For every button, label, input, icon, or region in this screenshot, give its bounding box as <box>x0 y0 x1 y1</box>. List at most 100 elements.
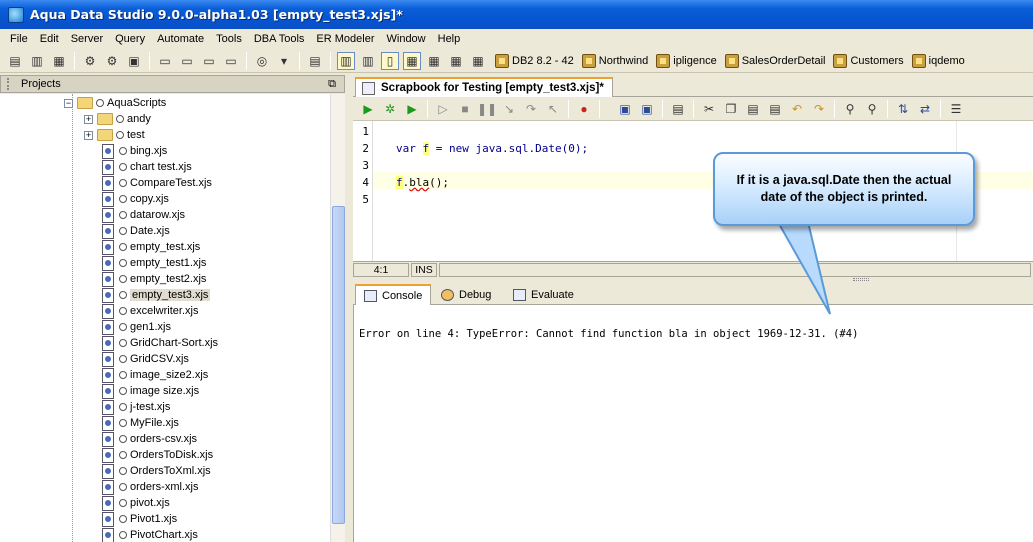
tree-file[interactable]: CompareTest.xjs <box>100 175 212 191</box>
expand-icon[interactable]: + <box>84 130 93 140</box>
tree-file[interactable]: GridCSV.xjs <box>100 351 189 367</box>
tree-file-selected[interactable]: empty_test3.xjs <box>100 287 211 303</box>
pause-icon[interactable]: ❚❚ <box>477 100 497 118</box>
disconnect-icon[interactable]: ⚙ <box>103 52 121 70</box>
breakpoint-icon[interactable]: ● <box>575 100 593 118</box>
find-replace-icon[interactable]: ⚲ <box>863 100 881 118</box>
menu-help[interactable]: Help <box>432 33 467 45</box>
tree-file[interactable]: OrdersToDisk.xjs <box>100 447 213 463</box>
tree-file[interactable]: datarow.xjs <box>100 207 185 223</box>
step-out-icon[interactable]: ↖ <box>544 100 562 118</box>
vertical-splitter[interactable] <box>345 75 353 542</box>
tree-file[interactable]: GridChart-Sort.xjs <box>100 335 218 351</box>
query-window-icon[interactable]: ▭ <box>156 52 174 70</box>
run-icon[interactable]: ▶ <box>359 100 377 118</box>
tab-scrapbook[interactable]: Scrapbook for Testing [empty_test3.xjs]* <box>355 77 613 97</box>
tree-folder[interactable]: + test <box>84 127 145 143</box>
paste-special-icon[interactable]: ▤ <box>766 100 784 118</box>
menu-query[interactable]: Query <box>109 33 151 45</box>
print-icon[interactable]: ▤ <box>306 52 324 70</box>
menu-automate[interactable]: Automate <box>151 33 210 45</box>
menu-window[interactable]: Window <box>381 33 432 45</box>
format-icon[interactable]: ⇄ <box>916 100 934 118</box>
cut-icon[interactable]: ✂ <box>700 100 718 118</box>
tree-file[interactable]: excelwriter.xjs <box>100 303 198 319</box>
tree-file[interactable]: PivotChart.xjs <box>100 527 198 542</box>
tab-evaluate[interactable]: Evaluate <box>505 284 582 305</box>
resume-icon[interactable]: ▷ <box>434 100 452 118</box>
connection-iqdemo[interactable]: iqdemo <box>911 53 965 68</box>
tree-scrollbar-thumb[interactable] <box>332 206 345 524</box>
debug-run-icon[interactable]: ✲ <box>381 100 399 118</box>
undo-icon[interactable]: ↶ <box>788 100 806 118</box>
layout-6-icon[interactable]: ▦ <box>447 52 465 70</box>
tree-file[interactable]: pivot.xjs <box>100 495 170 511</box>
save-icon[interactable]: ▣ <box>616 100 634 118</box>
layout-4-icon[interactable]: ▦ <box>403 51 421 70</box>
copy-icon[interactable]: ❐ <box>722 100 740 118</box>
layout-5-icon[interactable]: ▦ <box>425 52 443 70</box>
menu-edit[interactable]: Edit <box>34 33 65 45</box>
tree-file[interactable]: image_size2.xjs <box>100 367 208 383</box>
register-server-icon[interactable]: ▥ <box>28 52 46 70</box>
splitter-grip-icon[interactable] <box>853 278 869 281</box>
step-into-icon[interactable]: ↘ <box>500 100 518 118</box>
step-over-icon[interactable]: ↷ <box>522 100 540 118</box>
menu-dba-tools[interactable]: DBA Tools <box>248 33 311 45</box>
layout-1-icon[interactable]: ▥ <box>337 51 355 70</box>
menu-file[interactable]: File <box>4 33 34 45</box>
console-output[interactable]: Error on line 4: TypeError: Cannot find … <box>353 305 1033 542</box>
new-server-icon[interactable]: ▤ <box>6 52 24 70</box>
print-icon[interactable]: ▤ <box>669 100 687 118</box>
tree-root[interactable]: − AquaScripts <box>64 95 166 111</box>
menu-tools[interactable]: Tools <box>210 33 248 45</box>
server-properties-icon[interactable]: ▦ <box>50 52 68 70</box>
tab-console[interactable]: Console <box>355 284 432 305</box>
refresh-icon[interactable]: ▣ <box>125 52 143 70</box>
save-as-icon[interactable]: ▣ <box>638 100 656 118</box>
layout-3-icon[interactable]: ▯ <box>381 51 399 70</box>
options-icon[interactable]: ☰ <box>947 100 965 118</box>
collapse-icon[interactable]: − <box>64 98 73 108</box>
tree-file[interactable]: empty_test2.xjs <box>100 271 206 287</box>
menu-er-modeler[interactable]: ER Modeler <box>310 33 380 45</box>
drag-grip-icon[interactable] <box>7 78 13 90</box>
schema-icon[interactable]: ▭ <box>222 52 240 70</box>
tree-file[interactable]: MyFile.xjs <box>100 415 179 431</box>
tree-file[interactable]: Date.xjs <box>100 223 170 239</box>
query-analyzer-icon[interactable]: ▭ <box>178 52 196 70</box>
tree-file[interactable]: image size.xjs <box>100 383 199 399</box>
tools-dropdown-icon[interactable]: ▾ <box>275 52 293 70</box>
redo-icon[interactable]: ↷ <box>810 100 828 118</box>
table-data-icon[interactable]: ▭ <box>200 52 218 70</box>
stop-icon[interactable]: ■ <box>456 100 474 118</box>
paste-icon[interactable]: ▤ <box>744 100 762 118</box>
tree-file[interactable]: bing.xjs <box>100 143 167 159</box>
tree-file[interactable]: j-test.xjs <box>100 399 170 415</box>
sort-icon[interactable]: ⇅ <box>894 100 912 118</box>
find-icon[interactable]: ⚲ <box>841 100 859 118</box>
tree-file[interactable]: empty_test1.xjs <box>100 255 206 271</box>
tree-file[interactable]: chart test.xjs <box>100 159 192 175</box>
tab-debug[interactable]: Debug <box>433 284 499 305</box>
connection-ipligence[interactable]: ipligence <box>656 53 717 68</box>
tree-file[interactable]: orders-csv.xjs <box>100 431 197 447</box>
connection-db2[interactable]: DB2 8.2 - 42 <box>495 53 574 68</box>
connection-salesorderdetail[interactable]: SalesOrderDetail <box>724 53 825 68</box>
tree-file[interactable]: orders-xml.xjs <box>100 479 198 495</box>
layout-2-icon[interactable]: ▥ <box>359 52 377 70</box>
layout-7-icon[interactable]: ▦ <box>469 52 487 70</box>
restore-icon[interactable]: ⧉ <box>328 78 336 91</box>
connection-northwind[interactable]: Northwind <box>581 53 648 68</box>
expand-icon[interactable]: + <box>84 114 93 124</box>
tree-scrollbar[interactable] <box>330 94 345 542</box>
connection-customers[interactable]: Customers <box>833 53 904 68</box>
tree-file[interactable]: copy.xjs <box>100 191 169 207</box>
tree-folder[interactable]: + andy <box>84 111 151 127</box>
tree-file[interactable]: gen1.xjs <box>100 319 171 335</box>
run-to-cursor-icon[interactable]: ▶ <box>403 100 421 118</box>
tree-file[interactable]: empty_test.xjs <box>100 239 200 255</box>
menu-server[interactable]: Server <box>65 33 109 45</box>
tree-file[interactable]: Pivot1.xjs <box>100 511 177 527</box>
connect-icon[interactable]: ⚙ <box>81 52 99 70</box>
